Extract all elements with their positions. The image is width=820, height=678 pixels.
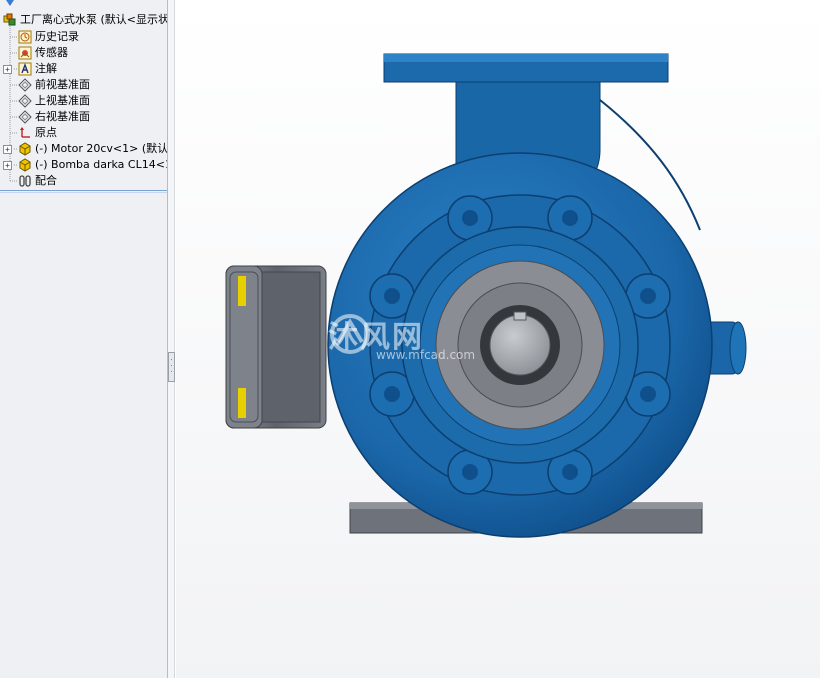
tree-item-right-plane[interactable]: 右视基准面 [18, 109, 90, 125]
part-icon [19, 158, 31, 172]
plane-icon [18, 94, 32, 108]
pump-model[interactable] [176, 0, 820, 678]
graphics-viewport[interactable]: 沐风网 www.mfcad.com [176, 0, 820, 678]
plane-icon [18, 110, 32, 124]
tree-item-label: 右视基准面 [35, 110, 90, 123]
tree-item-label: 配合 [35, 174, 57, 187]
origin-icon [20, 127, 30, 138]
expand-toggle-icon[interactable]: + [3, 65, 12, 74]
shaft [489, 314, 551, 376]
tree-divider [0, 192, 167, 193]
tree-item-history[interactable]: 历史记录 [18, 29, 79, 45]
mates-icon [19, 175, 31, 187]
feature-manager-tree: 工厂离心式水泵 (默认<显示状 历史记录 传感器 + 注解 前视基准面 上视基准… [0, 0, 168, 678]
tree-item-label: 前视基准面 [35, 78, 90, 91]
tree-item-pump-body[interactable]: + (-) Bomba darka CL14<1 [3, 157, 168, 173]
part-icon [19, 142, 31, 156]
tree-item-top-plane[interactable]: 上视基准面 [18, 93, 90, 109]
expand-toggle-icon[interactable]: + [3, 161, 12, 170]
plane-icon [18, 78, 32, 92]
tree-item-label: 上视基准面 [35, 94, 90, 107]
tree-item-label: 注解 [35, 62, 57, 75]
tree-item-annotations[interactable]: + 注解 [3, 61, 57, 77]
tree-item-motor[interactable]: + (-) Motor 20cv<1> (默认< [3, 141, 168, 157]
tree-item-label: 原点 [35, 126, 57, 139]
tree-item-origin[interactable]: 原点 [18, 125, 57, 141]
tree-item-front-plane[interactable]: 前视基准面 [18, 77, 90, 93]
assembly-icon [3, 13, 16, 26]
tree-item-label: 历史记录 [35, 30, 79, 43]
motor-terminal-box [225, 265, 327, 429]
tree-item-label: 传感器 [35, 46, 68, 59]
tree-item-label: 工厂离心式水泵 (默认<显示状 [20, 13, 168, 26]
panel-splitter[interactable]: · · · [168, 0, 175, 678]
tree-item-label: (-) Motor 20cv<1> (默认< [35, 142, 168, 155]
tree-item-sensors[interactable]: 传感器 [18, 45, 68, 61]
expand-toggle-icon[interactable]: + [3, 145, 12, 154]
tree-item-mates[interactable]: 配合 [18, 173, 57, 189]
sensor-icon [18, 46, 32, 60]
tree-divider [0, 190, 167, 191]
history-icon [18, 30, 32, 44]
annotation-icon [18, 62, 32, 76]
splitter-grip[interactable]: · · · [168, 352, 175, 382]
tree-item-label: (-) Bomba darka CL14<1 [35, 158, 168, 171]
filter-icon [6, 0, 14, 6]
tree-item-assembly[interactable]: 工厂离心式水泵 (默认<显示状 [3, 12, 168, 28]
